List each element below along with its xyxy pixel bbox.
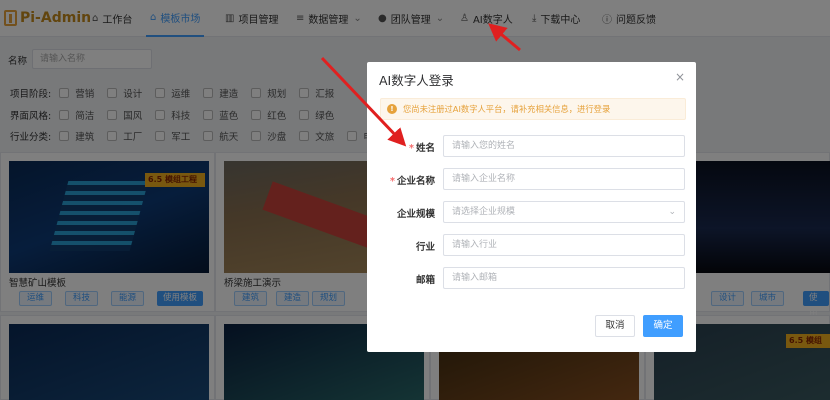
arrow-to-ai-nav — [488, 23, 521, 52]
arrow-to-name-field — [320, 56, 407, 147]
annotation-arrows — [320, 23, 521, 147]
